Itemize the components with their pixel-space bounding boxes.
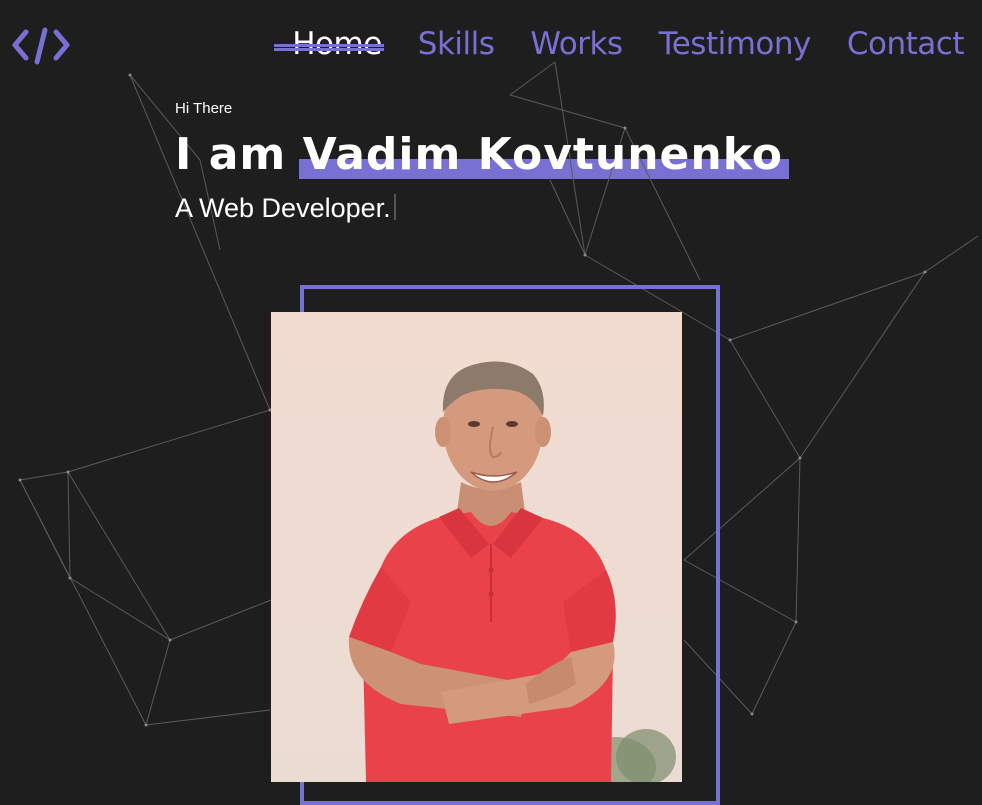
nav-item-home[interactable]: Home (274, 24, 384, 64)
nav-item-works[interactable]: Works (530, 24, 623, 64)
headline-name: Vadim Kovtunenko (302, 129, 784, 180)
hero-section: Hi There I am Vadim Kovtunenko A Web Dev… (175, 100, 790, 224)
nav-item-skills[interactable]: Skills (418, 24, 495, 64)
profile-photo (271, 312, 682, 782)
hero-headline: I am Vadim Kovtunenko (175, 127, 790, 183)
nav-item-contact[interactable]: Contact (847, 24, 965, 64)
typing-cursor (393, 194, 396, 220)
headline-prefix: I am (175, 129, 287, 180)
hero-greeting: Hi There (175, 100, 233, 117)
role-text: A Web Developer. (175, 193, 391, 223)
nav-item-testimony[interactable]: Testimony (659, 24, 812, 64)
logo-code-brackets-icon[interactable] (12, 26, 70, 66)
headline-name-highlight: Vadim Kovtunenko (298, 127, 790, 183)
hero-role: A Web Developer. (175, 193, 783, 224)
main-navigation: Home Skills Works Testimony Contact (274, 24, 965, 64)
person-illustration (271, 312, 682, 782)
